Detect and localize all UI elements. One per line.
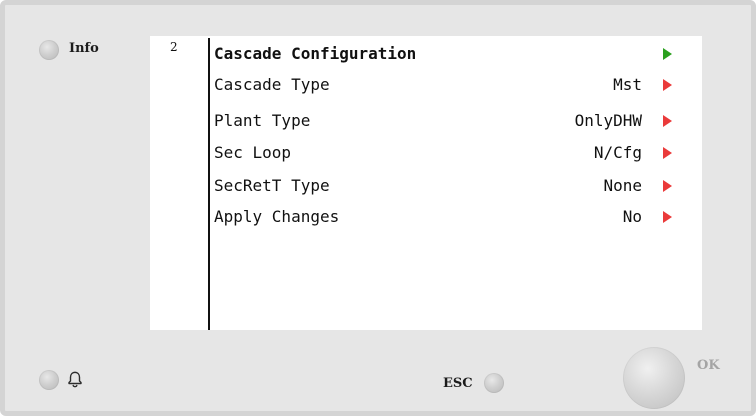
menu-row-value: OnlyDHW bbox=[574, 111, 642, 130]
red-arrow-icon bbox=[663, 115, 672, 127]
info-label: Info bbox=[69, 41, 99, 56]
menu-row-cascade-type[interactable]: Cascade Type Mst bbox=[214, 72, 672, 98]
menu-row-value: No bbox=[622, 207, 642, 226]
menu-row-label: Sec Loop bbox=[214, 143, 292, 162]
ok-label: OK bbox=[697, 358, 720, 373]
menu-row-label: Plant Type bbox=[214, 111, 311, 130]
menu-row-value: N/Cfg bbox=[593, 143, 642, 162]
menu-row-label: Cascade Type bbox=[214, 75, 330, 94]
esc-button[interactable] bbox=[484, 373, 504, 393]
menu-row-value: None bbox=[603, 176, 642, 195]
green-arrow-icon bbox=[663, 48, 672, 60]
red-arrow-icon bbox=[663, 180, 672, 192]
screen-divider bbox=[208, 38, 210, 330]
red-arrow-icon bbox=[663, 211, 672, 223]
menu-row-apply-changes[interactable]: Apply Changes No bbox=[214, 204, 672, 230]
menu-row-plant-type[interactable]: Plant Type OnlyDHW bbox=[214, 108, 672, 134]
esc-label: ESC bbox=[443, 376, 473, 391]
lcd-screen: 2 Cascade Configuration Cascade Type Mst… bbox=[150, 36, 702, 330]
menu-title: Cascade Configuration bbox=[214, 44, 417, 63]
menu-row-secrett-type[interactable]: SecRetT Type None bbox=[214, 173, 672, 199]
alarm-led-button[interactable] bbox=[39, 370, 59, 390]
menu-row-label: Apply Changes bbox=[214, 207, 340, 226]
controller-panel: Info 2 Cascade Configuration Cascade Typ… bbox=[0, 0, 756, 416]
page-number: 2 bbox=[170, 40, 178, 54]
red-arrow-icon bbox=[663, 147, 672, 159]
info-led-button[interactable] bbox=[39, 40, 59, 60]
menu-row-value: Mst bbox=[613, 75, 642, 94]
menu-title-row[interactable]: Cascade Configuration bbox=[214, 41, 672, 67]
red-arrow-icon bbox=[663, 79, 672, 91]
menu-row-sec-loop[interactable]: Sec Loop N/Cfg bbox=[214, 140, 672, 166]
ok-button[interactable] bbox=[623, 347, 685, 409]
menu-row-label: SecRetT Type bbox=[214, 176, 330, 195]
bell-icon bbox=[68, 371, 82, 388]
